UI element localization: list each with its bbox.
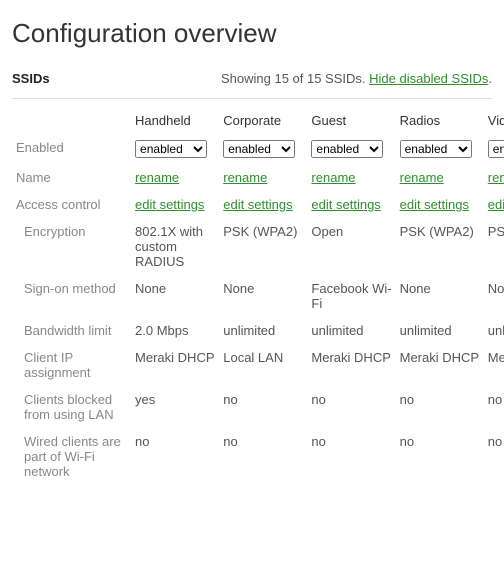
row-label: Name <box>12 164 131 191</box>
header-row: Handheld Corporate Guest Radios Video <box>12 107 504 134</box>
row-encryption: Encryption 802.1X with custom RADIUS PSK… <box>12 218 504 275</box>
cell-value: Open <box>307 218 395 275</box>
row-bandwidth: Bandwidth limit 2.0 Mbps unlimited unlim… <box>12 317 504 344</box>
row-label: Clients blocked from using LAN <box>12 386 131 428</box>
col-header: Video <box>484 107 504 134</box>
cell-value: no <box>307 428 395 485</box>
row-label: Encryption <box>12 218 131 275</box>
cell-value: no <box>131 428 219 485</box>
cell-value: Meraki DHCP <box>307 344 395 386</box>
row-wired: Wired clients are part of Wi-Fi network … <box>12 428 504 485</box>
cell-value: None <box>219 275 307 317</box>
row-blocked: Clients blocked from using LAN yes no no… <box>12 386 504 428</box>
cell-value: Facebook Wi-Fi <box>307 275 395 317</box>
cell-value: PSK (WPA2) <box>484 218 504 275</box>
edit-settings-link[interactable]: edit settings <box>135 197 204 212</box>
edit-settings-link[interactable]: edit settings <box>488 197 504 212</box>
row-label: Access control <box>12 191 131 218</box>
cell-value: None <box>131 275 219 317</box>
col-header: Guest <box>307 107 395 134</box>
enabled-select[interactable]: enabled <box>135 140 207 158</box>
ssids-showing: Showing 15 of 15 SSIDs. Hide disabled SS… <box>221 71 492 86</box>
cell-value: unlimited <box>396 317 484 344</box>
cell-value: unlimited <box>307 317 395 344</box>
row-label: Client IP assignment <box>12 344 131 386</box>
page-title: Configuration overview <box>12 18 492 49</box>
cell-value: no <box>484 428 504 485</box>
row-label: Enabled <box>12 134 131 164</box>
cell-value: PSK (WPA2) <box>219 218 307 275</box>
cell-value: no <box>396 428 484 485</box>
row-name: Name rename rename rename rename rename <box>12 164 504 191</box>
showing-count-text: Showing 15 of 15 SSIDs. <box>221 71 369 86</box>
cell-value: 2.0 Mbps <box>131 317 219 344</box>
cell-value: Meraki DHCP <box>131 344 219 386</box>
edit-settings-link[interactable]: edit settings <box>311 197 380 212</box>
cell-value: 802.1X with custom RADIUS <box>131 218 219 275</box>
enabled-select[interactable]: enabled <box>488 140 504 158</box>
enabled-select[interactable]: enabled <box>400 140 472 158</box>
separator <box>12 98 492 99</box>
row-signon: Sign-on method None None Facebook Wi-Fi … <box>12 275 504 317</box>
col-header: Handheld <box>131 107 219 134</box>
cell-value: Local LAN <box>219 344 307 386</box>
row-access-control: Access control edit settings edit settin… <box>12 191 504 218</box>
cell-value: unlimited <box>484 317 504 344</box>
row-clientip: Client IP assignment Meraki DHCP Local L… <box>12 344 504 386</box>
edit-settings-link[interactable]: edit settings <box>400 197 469 212</box>
cell-value: None <box>396 275 484 317</box>
ssids-label: SSIDs <box>12 71 50 86</box>
rename-link[interactable]: rename <box>223 170 267 185</box>
config-table: Handheld Corporate Guest Radios Video En… <box>12 107 504 485</box>
enabled-select[interactable]: enabled <box>223 140 295 158</box>
cell-value: unlimited <box>219 317 307 344</box>
cell-value: Meraki DHCP <box>484 344 504 386</box>
rename-link[interactable]: rename <box>488 170 504 185</box>
row-label: Sign-on method <box>12 275 131 317</box>
cell-value: yes <box>131 386 219 428</box>
cell-value: no <box>396 386 484 428</box>
rename-link[interactable]: rename <box>400 170 444 185</box>
cell-value: no <box>484 386 504 428</box>
hide-disabled-ssids-link[interactable]: Hide disabled SSIDs <box>369 71 488 86</box>
cell-value: None <box>484 275 504 317</box>
cell-value: no <box>219 386 307 428</box>
cell-value: no <box>307 386 395 428</box>
ssids-summary-row: SSIDs Showing 15 of 15 SSIDs. Hide disab… <box>12 71 492 86</box>
rename-link[interactable]: rename <box>311 170 355 185</box>
enabled-select[interactable]: enabled <box>311 140 383 158</box>
row-enabled: Enabled enabled enabled enabled enabled … <box>12 134 504 164</box>
cell-value: no <box>219 428 307 485</box>
col-header: Radios <box>396 107 484 134</box>
edit-settings-link[interactable]: edit settings <box>223 197 292 212</box>
row-label: Bandwidth limit <box>12 317 131 344</box>
cell-value: PSK (WPA2) <box>396 218 484 275</box>
rename-link[interactable]: rename <box>135 170 179 185</box>
row-label: Wired clients are part of Wi-Fi network <box>12 428 131 485</box>
col-header: Corporate <box>219 107 307 134</box>
cell-value: Meraki DHCP <box>396 344 484 386</box>
